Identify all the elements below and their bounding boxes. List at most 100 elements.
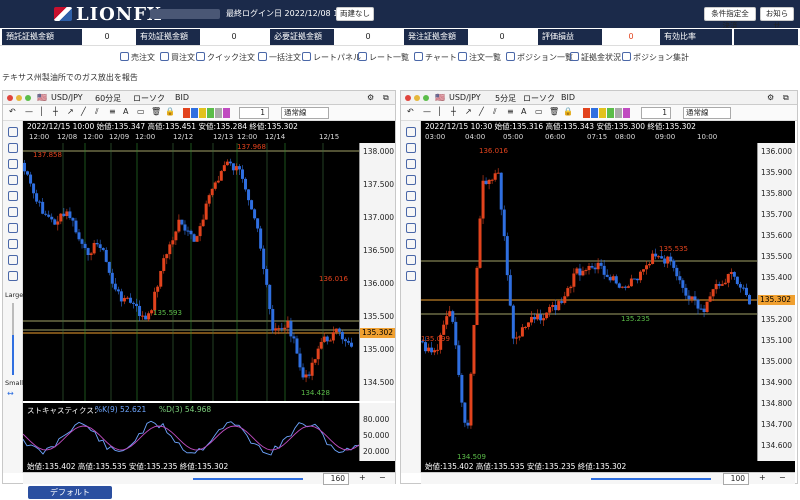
minimize-window-icon[interactable] — [414, 95, 420, 101]
shape-tool-icon[interactable] — [406, 191, 416, 201]
position-summary-button[interactable]: ポジション集計 — [622, 52, 689, 63]
color-swatch-red[interactable] — [583, 108, 590, 118]
undo-icon[interactable]: ↶ — [407, 107, 414, 116]
arrow-icon[interactable]: ↗ — [67, 107, 74, 116]
magnet-icon[interactable] — [8, 271, 18, 281]
text-tool-icon[interactable]: A — [521, 107, 526, 116]
pencil-icon[interactable] — [8, 143, 18, 153]
minimize-window-icon[interactable] — [16, 95, 22, 101]
fib-tool-icon[interactable] — [8, 239, 18, 249]
pair-select[interactable]: USD/JPY — [449, 93, 481, 102]
bulk-order-button[interactable]: 一括注文 — [258, 52, 301, 63]
settings-gear-icon[interactable]: ⚙ — [367, 93, 374, 102]
price-chart-left[interactable]: 2022/12/15 10:00 始値:135.347 高値:135.451 安… — [23, 121, 395, 401]
trend-icon[interactable]: ╱ — [479, 107, 484, 116]
price-chart-right[interactable]: 2022/12/15 10:30 始値:135.316 高値:135.343 安… — [421, 121, 795, 461]
lock-icon[interactable]: 🔒 — [563, 107, 573, 116]
scroll-slider[interactable] — [193, 478, 303, 480]
bid-ask-select[interactable]: BID — [175, 93, 189, 102]
settings-gear-icon[interactable]: ⚙ — [767, 93, 774, 102]
fib-tool-icon[interactable] — [406, 239, 416, 249]
trend-icon[interactable]: ╱ — [81, 107, 86, 116]
margin-status-button[interactable]: 証拠金状況 — [570, 52, 621, 63]
zoom-out-icon[interactable]: − — [779, 473, 786, 482]
zoom-in-icon[interactable]: + — [359, 473, 366, 482]
popout-icon[interactable]: ⧉ — [783, 93, 789, 103]
conditional-settle-button[interactable]: 条件指定全決済 — [704, 7, 756, 30]
color-swatch-green[interactable] — [207, 108, 214, 118]
line-tool-icon[interactable] — [406, 159, 416, 169]
line-tool-icon[interactable] — [8, 159, 18, 169]
color-swatch-blue[interactable] — [191, 108, 198, 118]
vertical-line-icon[interactable]: │ — [437, 107, 442, 116]
gann-tool-icon[interactable] — [8, 207, 18, 217]
close-window-icon[interactable] — [7, 95, 13, 101]
timeframe-select[interactable]: 5分足 — [495, 93, 516, 104]
channel-icon[interactable]: ⫽ — [493, 107, 497, 117]
pitchfork-icon[interactable] — [406, 223, 416, 233]
quick-order-button[interactable]: クイック注文 — [196, 52, 255, 63]
buy-order-button[interactable]: 買注文 — [160, 52, 195, 63]
zoom-in-icon[interactable]: + — [759, 473, 766, 482]
undo-icon[interactable]: ↶ — [9, 107, 16, 116]
delete-icon[interactable]: 🗑 — [549, 107, 559, 116]
chart-button[interactable]: チャート — [414, 52, 457, 63]
notice-button[interactable]: お知らせ — [760, 7, 794, 30]
popout-icon[interactable]: ⧉ — [383, 93, 389, 103]
order-list-button[interactable]: 注文一覧 — [458, 52, 501, 63]
color-swatch-purple[interactable] — [223, 108, 230, 118]
chart-type-select[interactable]: ローソク — [133, 93, 165, 104]
text-tool-icon[interactable]: A — [123, 107, 128, 116]
ray-tool-icon[interactable] — [406, 175, 416, 185]
fib-icon[interactable]: ≡ — [109, 107, 116, 116]
measure-icon[interactable] — [8, 255, 18, 265]
line-type-select[interactable]: 通常線 — [281, 107, 329, 119]
news-ticker[interactable]: テキサス州製油所でのガス放出を報告 — [2, 72, 138, 83]
ray-tool-icon[interactable] — [8, 175, 18, 185]
rate-list-button[interactable]: レート一覧 — [358, 52, 409, 63]
rect-tool-icon[interactable]: ▭ — [535, 107, 543, 116]
color-swatch-blue[interactable] — [591, 108, 598, 118]
zoom-out-icon[interactable]: − — [379, 473, 386, 482]
rate-panel-button[interactable]: レートパネル — [302, 52, 361, 63]
fib-icon[interactable]: ≡ — [507, 107, 514, 116]
bar-count-stepper[interactable]: 100 — [723, 473, 749, 485]
maximize-window-icon[interactable] — [25, 95, 31, 101]
default-layout-tab[interactable]: デフォルト — [28, 486, 112, 499]
stochastic-panel[interactable]: ストキャスティクス： %K(9) 52.621 %D(3) 54.968 80.… — [23, 403, 395, 461]
color-swatch-green[interactable] — [607, 108, 614, 118]
cursor-icon[interactable] — [8, 127, 18, 137]
color-swatch-yellow[interactable] — [199, 108, 206, 118]
line-width-stepper[interactable]: 1 — [641, 107, 671, 119]
chart-type-select[interactable]: ローソク — [523, 93, 555, 104]
shape-tool-icon[interactable] — [8, 191, 18, 201]
sell-order-button[interactable]: 売注文 — [120, 52, 155, 63]
close-window-icon[interactable] — [405, 95, 411, 101]
timeframe-select[interactable]: 60分足 — [95, 93, 121, 104]
cross-line-icon[interactable]: ┼ — [451, 107, 456, 116]
cross-line-icon[interactable]: ┼ — [53, 107, 58, 116]
pair-select[interactable]: USD/JPY — [51, 93, 83, 102]
color-swatch-yellow[interactable] — [599, 108, 606, 118]
maximize-window-icon[interactable] — [423, 95, 429, 101]
position-list-button[interactable]: ポジション一覧 — [506, 52, 573, 63]
pencil-icon[interactable] — [406, 143, 416, 153]
bar-count-stepper[interactable]: 160 — [323, 473, 349, 485]
expand-arrows-icon[interactable]: ↔ — [7, 389, 14, 398]
scroll-slider[interactable] — [591, 478, 711, 480]
channel-icon[interactable]: ⫽ — [95, 107, 99, 117]
bid-ask-select[interactable]: BID — [561, 93, 575, 102]
arrow-icon[interactable]: ↗ — [465, 107, 472, 116]
horizontal-line-icon[interactable]: — — [423, 107, 431, 116]
magnet-icon[interactable] — [406, 271, 416, 281]
color-swatch-gray[interactable] — [215, 108, 222, 118]
delete-icon[interactable]: 🗑 — [151, 107, 161, 116]
rect-tool-icon[interactable]: ▭ — [137, 107, 145, 116]
color-swatch-purple[interactable] — [623, 108, 630, 118]
vertical-line-icon[interactable]: │ — [39, 107, 44, 116]
gann-tool-icon[interactable] — [406, 207, 416, 217]
lock-icon[interactable]: 🔒 — [165, 107, 175, 116]
horizontal-line-icon[interactable]: — — [25, 107, 33, 116]
cursor-icon[interactable] — [406, 127, 416, 137]
pitchfork-icon[interactable] — [8, 223, 18, 233]
